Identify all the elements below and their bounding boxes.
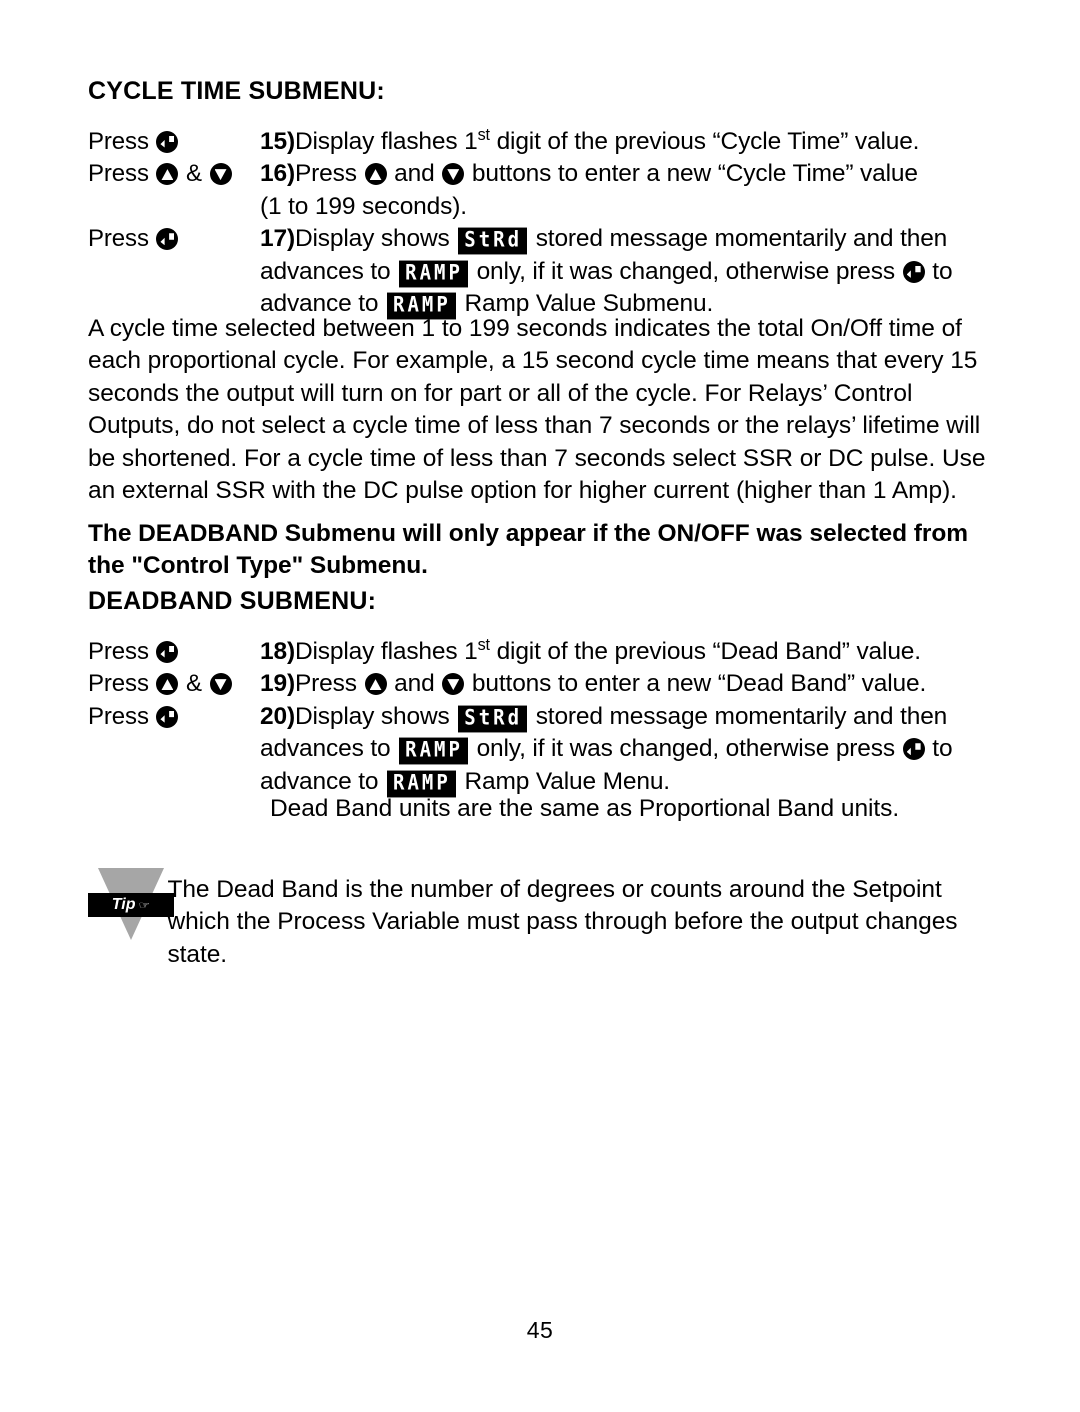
step-text-cont: only, if it was changed, otherwise press (469, 735, 902, 763)
step-text-cont: and (387, 670, 442, 698)
step-text: Display shows (294, 225, 457, 253)
instruction-cell: 20)Display shows StRd stored message mom… (260, 701, 998, 799)
step-text: advances to (260, 257, 398, 285)
deadband-units-note: Dead Band units are the same as Proporti… (270, 795, 900, 822)
deadband-condition-note: The DEADBAND Submenu will only appear if… (88, 520, 969, 580)
step-row: Press & 19)Press and buttons to enter a … (88, 668, 998, 701)
step-text-cont: stored message momentarily and then (529, 702, 948, 730)
step-text-cont: digit of the previous “Cycle Time” value… (489, 127, 920, 155)
ampersand: & (186, 670, 202, 698)
press-label: Press (88, 127, 149, 155)
tip-icon: Tip ☞ (88, 868, 174, 942)
up-button-icon[interactable] (156, 673, 179, 696)
step-number: 20) (260, 702, 295, 730)
instruction-cell: 18)Display flashes 1st digit of the prev… (260, 636, 998, 669)
enter-button-icon[interactable] (902, 738, 925, 761)
step-text-cont: only, if it was changed, otherwise press (469, 257, 902, 285)
step-text: advances to (260, 735, 398, 763)
press-cell: Press (88, 126, 260, 158)
enter-button-icon[interactable] (156, 640, 179, 663)
cycle-time-section: CYCLE TIME SUBMENU: Press 15)Display fla… (88, 77, 998, 321)
step-text-cont: to (925, 257, 953, 285)
enter-button-icon[interactable] (156, 228, 179, 251)
step-text: Press (294, 160, 364, 188)
step-text-line2: advances to RAMP only, if it was changed… (260, 256, 998, 289)
press-label: Press (88, 670, 149, 698)
step-text-cont: digit of the previous “Dead Band” value. (489, 637, 922, 665)
tip-text: The Dead Band is the number of degrees o… (167, 876, 958, 968)
tip-banner: Tip ☞ (88, 893, 174, 917)
step-text: Press (294, 670, 364, 698)
instruction-cell: 16)Press and buttons to enter a new “Cyc… (260, 158, 998, 223)
press-cell: Press (88, 636, 260, 668)
step-number: 19) (260, 670, 295, 698)
press-label: Press (88, 225, 149, 253)
cycle-time-steps: Press 15)Display flashes 1st digit of th… (88, 126, 998, 321)
tip-label: Tip (111, 896, 136, 913)
document-page: CYCLE TIME SUBMENU: Press 15)Display fla… (0, 0, 1080, 1412)
step-text-cont: buttons to enter a new “Cycle Time” valu… (465, 160, 918, 188)
step-number: 17) (260, 225, 295, 253)
ampersand: & (186, 160, 202, 188)
led-display-ramp: RAMP (399, 737, 468, 765)
instruction-cell: 19)Press and buttons to enter a new “Dea… (260, 668, 998, 701)
enter-button-icon[interactable] (902, 260, 925, 283)
cycle-time-paragraph: A cycle time selected between 1 to 199 s… (88, 315, 986, 505)
down-button-icon[interactable] (209, 163, 232, 186)
led-display-stored: StRd (458, 227, 528, 255)
step-text-cont: buttons to enter a new “Dead Band” value… (465, 670, 927, 698)
press-label: Press (88, 637, 149, 665)
step-text-cont: to (925, 735, 953, 763)
led-display-stored: StRd (458, 705, 528, 733)
deadband-heading: DEADBAND SUBMENU: (88, 587, 377, 615)
page-number: 45 (526, 1317, 554, 1343)
press-label: Press (88, 160, 149, 188)
step-row: Press & 16)Press and buttons to enter a … (88, 158, 998, 223)
step-text-line2: advances to RAMP only, if it was changed… (260, 733, 998, 766)
instruction-cell: 15)Display flashes 1st digit of the prev… (260, 126, 998, 159)
press-label: Press (88, 702, 149, 730)
step-text-cont: Ramp Value Menu. (457, 767, 670, 795)
down-button-icon[interactable] (209, 673, 232, 696)
ordinal-suffix: st (477, 125, 490, 144)
step-text: Display shows (294, 702, 457, 730)
deadband-section: DEADBAND SUBMENU: Press 18)Display flash… (88, 587, 998, 799)
step-row: Press 17)Display shows StRd stored messa… (88, 223, 998, 321)
enter-button-icon[interactable] (156, 130, 179, 153)
deadband-steps: Press 18)Display flashes 1st digit of th… (88, 636, 998, 799)
down-button-icon[interactable] (442, 163, 465, 186)
up-button-icon[interactable] (364, 673, 387, 696)
down-button-icon[interactable] (442, 673, 465, 696)
step-row: Press 20)Display shows StRd stored messa… (88, 701, 998, 799)
cycle-time-heading: CYCLE TIME SUBMENU: (88, 77, 385, 105)
step-text: advance to (260, 767, 386, 795)
instruction-cell: 17)Display shows StRd stored message mom… (260, 223, 998, 321)
step-text: Display flashes 1 (294, 127, 478, 155)
step-text-cont: stored message momentarily and then (529, 225, 948, 253)
step-number: 16) (260, 160, 295, 188)
press-cell: Press & (88, 668, 260, 700)
press-cell: Press (88, 701, 260, 733)
ordinal-suffix: st (477, 635, 490, 654)
tip-block: Tip ☞ The Dead Band is the number of deg… (88, 868, 1000, 971)
step-row: Press 15)Display flashes 1st digit of th… (88, 126, 998, 159)
enter-button-icon[interactable] (156, 705, 179, 728)
step-text-cont: and (387, 160, 442, 188)
up-button-icon[interactable] (156, 163, 179, 186)
pointing-hand-icon: ☞ (138, 899, 151, 911)
step-number: 18) (260, 637, 295, 665)
press-cell: Press (88, 223, 260, 255)
step-row: Press 18)Display flashes 1st digit of th… (88, 636, 998, 669)
step-text: Display flashes 1 (294, 637, 478, 665)
press-cell: Press & (88, 158, 260, 190)
up-button-icon[interactable] (364, 163, 387, 186)
step-text-line2: (1 to 199 seconds). (260, 192, 467, 220)
led-display-ramp: RAMP (399, 260, 468, 288)
step-number: 15) (260, 127, 295, 155)
